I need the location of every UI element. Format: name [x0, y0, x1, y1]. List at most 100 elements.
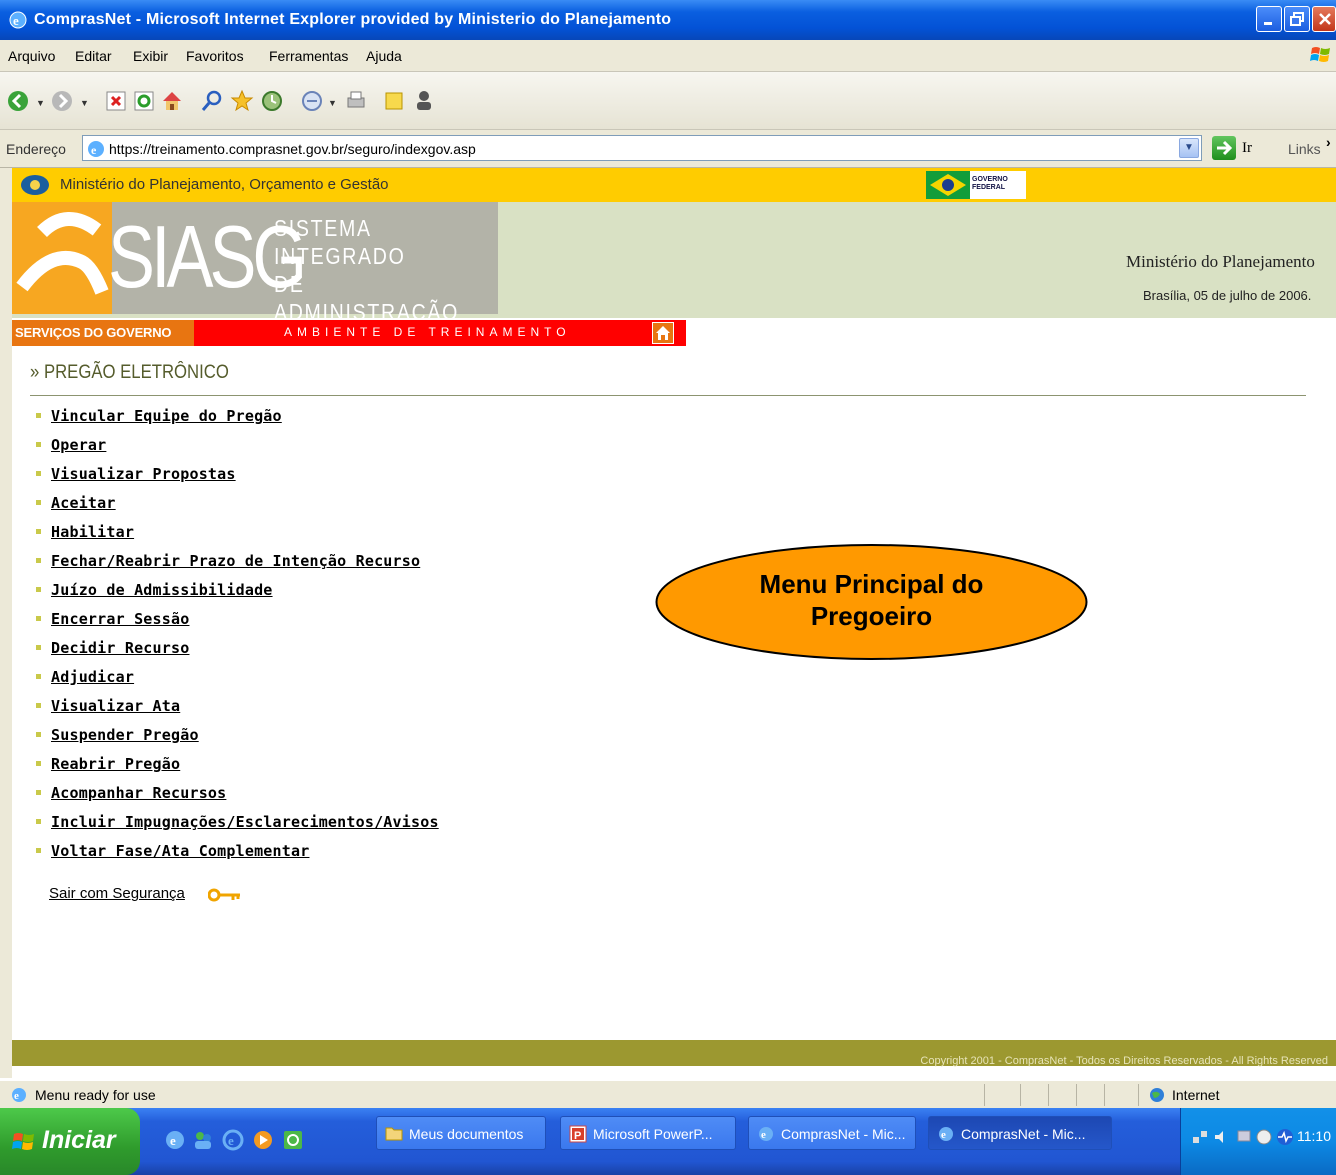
address-label: Endereço: [6, 141, 66, 157]
messenger-icon[interactable]: [412, 89, 436, 113]
links-button[interactable]: Links: [1288, 141, 1321, 157]
start-button[interactable]: Iniciar: [0, 1108, 140, 1175]
menu-link-visualizar-ata[interactable]: Visualizar Ata: [51, 697, 180, 715]
menu-favoritos[interactable]: Favoritos: [186, 48, 244, 64]
favorites-icon[interactable]: [230, 89, 254, 113]
services-label[interactable]: SERVIÇOS DO GOVERNO: [12, 320, 194, 346]
print-icon[interactable]: [344, 89, 368, 113]
menu-link-suspender-pregao[interactable]: Suspender Pregão: [51, 726, 199, 744]
address-input[interactable]: e https://treinamento.comprasnet.gov.br/…: [82, 135, 1202, 161]
quicklaunch-ie-icon[interactable]: e: [222, 1129, 244, 1151]
menu-link-incluir-impugnacoes[interactable]: Incluir Impugnações/Esclarecimentos/Avis…: [51, 813, 439, 831]
menu-arquivo[interactable]: Arquivo: [8, 48, 55, 64]
callout-line1: Menu Principal do: [759, 569, 984, 599]
restore-icon: [1290, 12, 1304, 26]
menu-link-visualizar-propostas[interactable]: Visualizar Propostas: [51, 465, 236, 483]
menu-link-acompanhar-recursos[interactable]: Acompanhar Recursos: [51, 784, 226, 802]
mail-dropdown-icon[interactable]: ▼: [328, 98, 337, 108]
links-chevron-icon[interactable]: ›: [1326, 134, 1331, 150]
status-divider: [1076, 1084, 1077, 1106]
back-dropdown-icon[interactable]: ▼: [36, 98, 45, 108]
status-divider: [984, 1084, 985, 1106]
menu-link-aceitar[interactable]: Aceitar: [51, 494, 116, 512]
mail-icon[interactable]: [300, 89, 324, 113]
edit-icon[interactable]: [382, 89, 406, 113]
quicklaunch-messenger-icon[interactable]: [192, 1129, 214, 1151]
quicklaunch-show-desktop-icon[interactable]: [282, 1129, 304, 1151]
menu-ferramentas[interactable]: Ferramentas: [269, 48, 348, 64]
home-icon[interactable]: [160, 89, 184, 113]
status-divider: [1104, 1084, 1105, 1106]
menu-ajuda[interactable]: Ajuda: [366, 48, 402, 64]
tray-antivirus-icon[interactable]: [1255, 1128, 1273, 1146]
governo-federal-logo: GOVERNO FEDERAL: [926, 171, 1026, 199]
folder-icon: [385, 1127, 403, 1141]
home-icon: [656, 326, 670, 340]
page-status-icon: e: [12, 1088, 26, 1102]
back-icon[interactable]: [6, 89, 30, 113]
address-dropdown-icon[interactable]: ▼: [1179, 138, 1199, 158]
forward-dropdown-icon[interactable]: ▼: [80, 98, 89, 108]
status-divider: [1048, 1084, 1049, 1106]
key-icon[interactable]: [208, 888, 244, 902]
internet-explorer-icon: e: [759, 1127, 773, 1141]
bullet-icon: [36, 442, 41, 447]
task-label: ComprasNet - Mic...: [781, 1126, 906, 1142]
svg-text:e: e: [170, 1133, 176, 1148]
menu-link-vincular-equipe[interactable]: Vincular Equipe do Pregão: [51, 407, 282, 425]
refresh-icon[interactable]: [132, 89, 156, 113]
ministry-right: Ministério do Planejamento: [1126, 252, 1315, 271]
forward-icon[interactable]: [50, 89, 74, 113]
menu-link-decidir-recurso[interactable]: Decidir Recurso: [51, 639, 189, 657]
quicklaunch-media-player-icon[interactable]: [252, 1129, 274, 1151]
go-button[interactable]: Ir: [1212, 136, 1272, 160]
status-divider: [1020, 1084, 1021, 1106]
gov-logo-text: GOVERNO FEDERAL: [972, 176, 1008, 191]
window-title: ComprasNet - Microsoft Internet Explorer…: [34, 11, 672, 28]
status-text: Menu ready for use: [35, 1087, 156, 1103]
tray-network-icon[interactable]: [1191, 1128, 1209, 1146]
menu-exibir[interactable]: Exibir: [133, 48, 168, 64]
search-icon[interactable]: [200, 89, 224, 113]
bullet-icon: [36, 848, 41, 853]
siasg-logo-mark: [12, 202, 112, 314]
bullet-icon: [36, 471, 41, 476]
ministry-name: Ministério do Planejamento, Orçamento e …: [60, 176, 389, 193]
tray-volume-icon[interactable]: [1213, 1128, 1231, 1146]
copyright-text: Copyright 2001 - ComprasNet - Todos os D…: [920, 1055, 1328, 1067]
start-label: Iniciar: [42, 1126, 116, 1154]
menu-link-habilitar[interactable]: Habilitar: [51, 523, 134, 541]
quicklaunch-browser-icon[interactable]: e: [164, 1129, 186, 1151]
menu-link-adjudicar[interactable]: Adjudicar: [51, 668, 134, 686]
callout-line2: Pregoeiro: [810, 601, 933, 631]
menu-link-juizo-admissibilidade[interactable]: Juízo de Admissibilidade: [51, 581, 273, 599]
task-meus-documentos[interactable]: Meus documentos: [376, 1116, 546, 1150]
tray-activity-icon[interactable]: [1275, 1128, 1295, 1146]
close-button[interactable]: [1312, 6, 1336, 32]
bullet-icon: [36, 413, 41, 418]
task-powerpoint[interactable]: P Microsoft PowerP...: [560, 1116, 736, 1150]
history-icon[interactable]: [260, 89, 284, 113]
menu-link-operar[interactable]: Operar: [51, 436, 106, 454]
menu-link-encerrar-sessao[interactable]: Encerrar Sessão: [51, 610, 189, 628]
windows-flag-icon: [12, 1133, 34, 1150]
menu-link-voltar-fase[interactable]: Voltar Fase/Ata Complementar: [51, 842, 309, 860]
menu-link-reabrir-pregao[interactable]: Reabrir Pregão: [51, 755, 180, 773]
minimize-button[interactable]: [1256, 6, 1282, 32]
logout-link[interactable]: Sair com Segurança: [49, 885, 185, 902]
home-button[interactable]: [652, 322, 674, 344]
restore-button[interactable]: [1284, 6, 1310, 32]
bullet-icon: [36, 819, 41, 824]
window-title-bar[interactable]: e ComprasNet - Microsoft Internet Explor…: [0, 0, 1336, 40]
task-comprasnet-2[interactable]: e ComprasNet - Mic...: [928, 1116, 1112, 1150]
menu-editar[interactable]: Editar: [75, 48, 112, 64]
bullet-icon: [36, 732, 41, 737]
brazil-flag-icon: [926, 171, 970, 199]
internet-explorer-icon: e: [9, 11, 27, 29]
task-comprasnet-1[interactable]: e ComprasNet - Mic...: [748, 1116, 916, 1150]
ministry-emblem-icon: [21, 175, 49, 195]
svg-text:e: e: [941, 1129, 946, 1141]
menu-link-fechar-reabrir-prazo[interactable]: Fechar/Reabrir Prazo de Intenção Recurso: [51, 552, 420, 570]
tray-connection-icon[interactable]: [1235, 1128, 1253, 1146]
stop-icon[interactable]: [104, 89, 128, 113]
